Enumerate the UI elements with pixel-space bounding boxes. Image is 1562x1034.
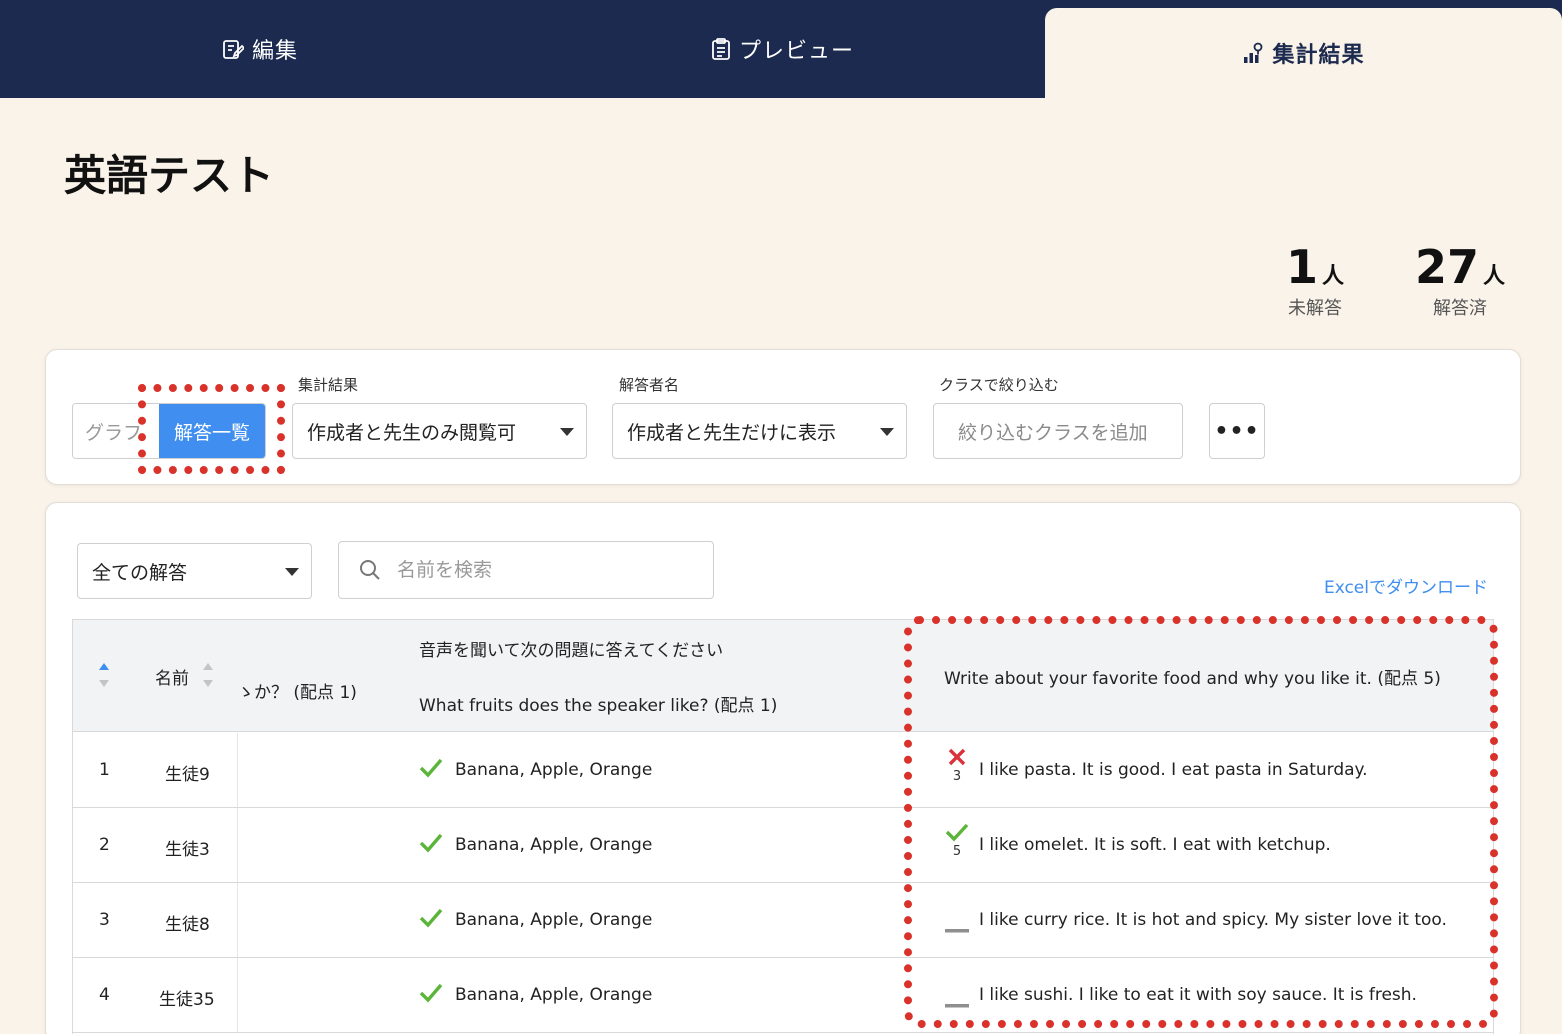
view-graph-button[interactable]: グラフ: [73, 404, 159, 458]
name-search-field[interactable]: [338, 541, 714, 599]
answer-filter-value: 全ての解答: [92, 561, 188, 584]
unanswered-label: 未解答: [1288, 298, 1342, 319]
writing-answer: I like curry rice. It is hot and spicy. …: [979, 910, 1447, 930]
column-divider: [237, 883, 238, 957]
header-partial-question: ゝか？ (配点 1): [237, 683, 357, 703]
class-filter-placeholder: 絞り込むクラスを追加: [958, 421, 1148, 444]
sort-name-icon[interactable]: [201, 660, 215, 690]
edit-icon: [222, 38, 244, 60]
respondent-name-label: 解答者名: [619, 376, 680, 394]
answered-count: 27: [1414, 240, 1479, 294]
student-name: 生徒35: [159, 990, 215, 1010]
writing-answer: I like omelet. It is soft. I eat with ke…: [979, 835, 1331, 855]
row-number: 4: [99, 985, 110, 1005]
class-filter-input[interactable]: 絞り込むクラスを追加: [933, 403, 1183, 459]
results-visibility-label: 集計結果: [298, 376, 359, 394]
unanswered-count: 1: [1285, 240, 1318, 294]
results-visibility-value: 作成者と先生のみ閲覧可: [307, 421, 517, 444]
answers-table: 名前 ゝか？ (配点 1) 音声を聞いて次の問題に答えてください What fr…: [72, 619, 1494, 1034]
search-icon: [359, 559, 381, 581]
chevron-down-icon: [880, 428, 894, 436]
student-name: 生徒3: [165, 840, 210, 860]
unanswered-unit: 人: [1322, 264, 1345, 289]
correct-check-icon: [419, 757, 443, 784]
class-filter-label: クラスで絞り込む: [939, 376, 1059, 394]
answered-label: 解答済: [1433, 298, 1487, 319]
correct-check-icon: [945, 823, 969, 842]
writing-answer: I like sushi. I like to eat it with soy …: [979, 985, 1417, 1005]
stat-answered: 27 人 解答済: [1410, 244, 1510, 320]
header-writing-question: Write about your favorite food and why y…: [944, 669, 1441, 689]
correct-check-icon: [419, 907, 443, 934]
name-search-input[interactable]: [397, 559, 677, 581]
chart-icon: [1242, 42, 1264, 64]
correct-mark: 5: [943, 822, 971, 859]
tab-edit[interactable]: 編集: [0, 0, 520, 98]
excel-download-link[interactable]: Excelでダウンロード: [1324, 573, 1488, 598]
header-audio-instruction: 音声を聞いて次の問題に答えてください: [419, 641, 724, 661]
writing-answer: I like pasta. It is good. I eat pasta in…: [979, 760, 1368, 780]
ungraded-dash-icon: [945, 918, 969, 938]
view-toggle: グラフ 解答一覧: [72, 403, 266, 459]
more-options-button[interactable]: •••: [1209, 403, 1265, 459]
table-row[interactable]: 3 生徒8 Banana, Apple, Orange I like curry…: [73, 883, 1493, 958]
table-row[interactable]: 2 生徒3 Banana, Apple, Orange 5 I like ome…: [73, 808, 1493, 883]
writing-score: 3: [952, 769, 962, 784]
answers-card: 全ての解答 Excelでダウンロード 名前: [45, 502, 1521, 1034]
chevron-down-icon: [560, 428, 574, 436]
writing-score: 5: [952, 844, 962, 859]
ungraded-dash-icon: [945, 993, 969, 1013]
clipboard-icon: [711, 38, 731, 60]
correct-check-icon: [419, 982, 443, 1009]
table-header: 名前 ゝか？ (配点 1) 音声を聞いて次の問題に答えてください What fr…: [73, 620, 1493, 732]
tab-results[interactable]: 集計結果: [1045, 8, 1562, 98]
table-row[interactable]: 1 生徒9 Banana, Apple, Orange 3 I like pas…: [73, 733, 1493, 808]
student-name: 生徒8: [165, 915, 210, 935]
respondent-name-value: 作成者と先生だけに表示: [627, 421, 837, 444]
incorrect-x-icon: [948, 748, 966, 766]
incorrect-mark: 3: [943, 747, 971, 784]
fruit-answer: Banana, Apple, Orange: [455, 985, 653, 1005]
header-name: 名前: [155, 669, 189, 689]
tab-preview[interactable]: プレビュー: [520, 0, 1045, 98]
tab-results-label: 集計結果: [1272, 43, 1365, 68]
sort-number-icon[interactable]: [97, 660, 111, 690]
results-visibility-select[interactable]: 作成者と先生のみ閲覧可: [292, 403, 587, 459]
fruit-answer: Banana, Apple, Orange: [455, 835, 653, 855]
answer-filter-select[interactable]: 全ての解答: [77, 543, 312, 599]
page-title: 英語テスト: [64, 151, 275, 200]
row-number: 3: [99, 910, 110, 930]
fruit-answer: Banana, Apple, Orange: [455, 910, 653, 930]
column-divider: [237, 733, 238, 807]
top-tab-bar: 編集 プレビュー 集計結果: [0, 0, 1562, 98]
tab-edit-label: 編集: [251, 39, 298, 64]
fruit-answer: Banana, Apple, Orange: [455, 760, 653, 780]
view-list-button[interactable]: 解答一覧: [159, 404, 265, 458]
respondent-name-select[interactable]: 作成者と先生だけに表示: [612, 403, 907, 459]
controls-card: グラフ 解答一覧 集計結果 作成者と先生のみ閲覧可 解答者名 作成者と先生だけに…: [45, 349, 1521, 485]
table-row[interactable]: 4 生徒35 Banana, Apple, Orange I like sush…: [73, 958, 1493, 1033]
stat-unanswered: 1人 未解答: [1270, 244, 1360, 320]
more-icon: •••: [1214, 418, 1260, 444]
row-number: 1: [99, 760, 110, 780]
header-audio-question: What fruits does the speaker like? (配点 1…: [419, 696, 778, 716]
correct-check-icon: [419, 832, 443, 859]
tab-preview-label: プレビュー: [738, 39, 854, 64]
chevron-down-icon: [285, 568, 299, 576]
column-divider: [237, 958, 238, 1032]
student-name: 生徒9: [165, 765, 210, 785]
row-number: 2: [99, 835, 110, 855]
column-divider: [237, 808, 238, 882]
answered-unit: 人: [1483, 264, 1506, 289]
